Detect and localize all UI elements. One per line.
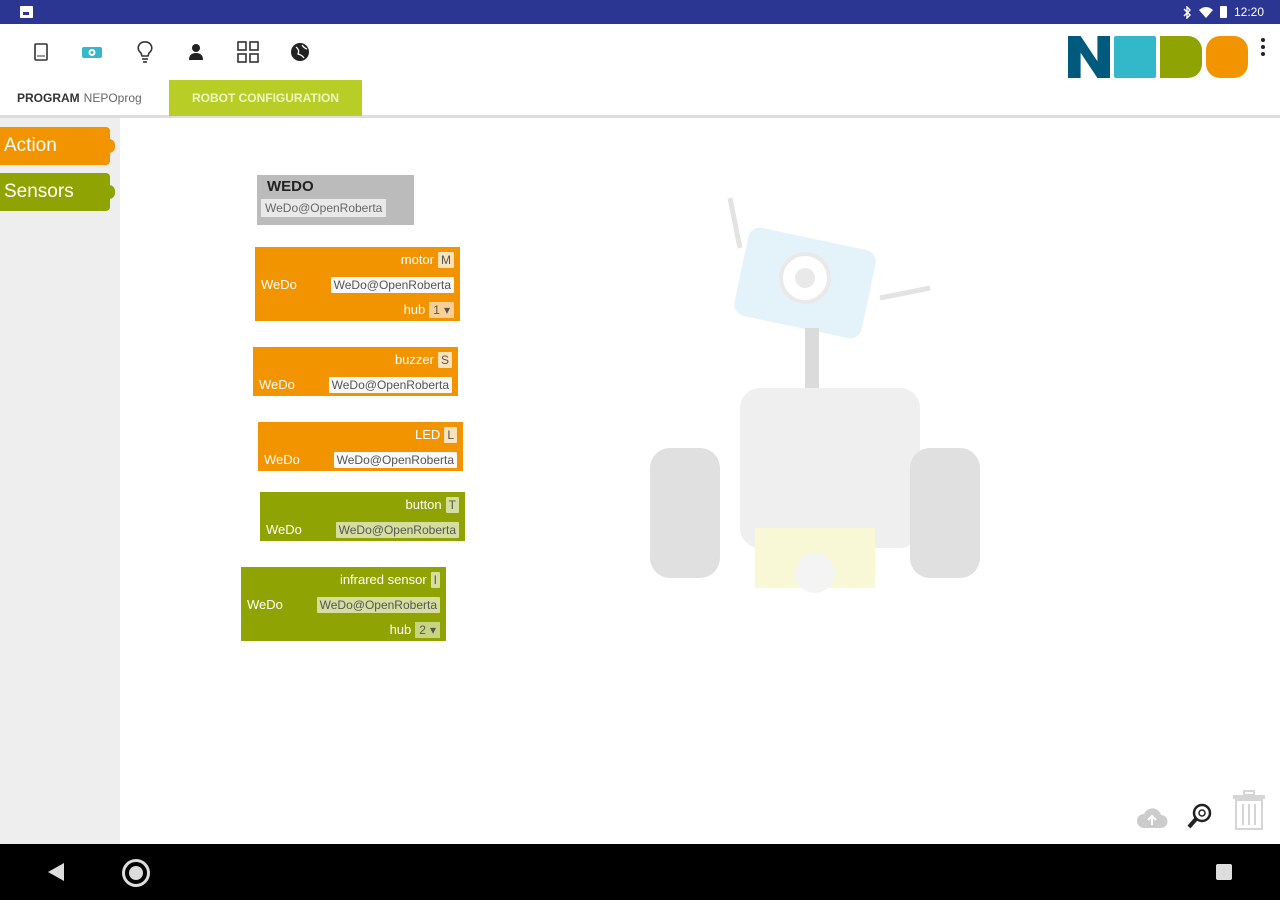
wedo-block-title: WEDO <box>267 178 314 195</box>
infrared-hub-value: 2 <box>419 622 426 637</box>
infrared-sensor-config-block[interactable]: infrared sensor I WeDo WeDo@OpenRoberta … <box>241 567 446 641</box>
wifi-icon <box>1198 6 1213 18</box>
wedo-block-name-field[interactable]: WeDo@OpenRoberta <box>261 199 387 217</box>
motor-hub-dropdown[interactable]: 1 ▾ <box>429 301 454 318</box>
buzzer-device-label: WeDo <box>259 377 295 392</box>
tablet-icon[interactable] <box>29 40 53 64</box>
blockly-toolbox: Action Sensors <box>0 118 120 844</box>
infrared-device-label: WeDo <box>247 597 283 612</box>
tab-bar: PROGRAM NEPOprog ROBOT CONFIGURATION <box>0 80 1280 118</box>
button-device-label: WeDo <box>266 522 302 537</box>
infrared-port-field[interactable]: I <box>430 571 440 588</box>
dropdown-arrow-icon: ▾ <box>443 302 450 317</box>
motor-block-label: motor <box>400 252 434 267</box>
robot-icon[interactable] <box>80 40 104 64</box>
wedo-robot-block[interactable]: WEDO WeDo@OpenRoberta <box>257 175 414 225</box>
led-device-label: WeDo <box>264 452 300 467</box>
dropdown-arrow-icon: ▾ <box>429 622 436 637</box>
recent-apps-icon[interactable] <box>1216 864 1232 880</box>
apps-grid-icon[interactable] <box>236 40 260 64</box>
toolbox-category-sensors[interactable]: Sensors <box>0 173 115 211</box>
nepo-logo <box>1068 36 1248 80</box>
led-port-field[interactable]: L <box>444 426 457 443</box>
user-icon[interactable] <box>184 40 208 64</box>
motor-device-label: WeDo <box>261 277 297 292</box>
back-icon[interactable] <box>48 863 64 881</box>
infrared-hub-dropdown[interactable]: 2 ▾ <box>415 621 440 638</box>
button-device-name-field[interactable]: WeDo@OpenRoberta <box>335 521 459 538</box>
button-config-block[interactable]: button T WeDo WeDo@OpenRoberta <box>260 492 465 541</box>
zoom-reset-icon[interactable] <box>1186 802 1214 830</box>
led-config-block[interactable]: LED L WeDo WeDo@OpenRoberta <box>258 422 463 471</box>
button-port-field[interactable]: T <box>445 496 459 513</box>
motor-device-name-field[interactable]: WeDo@OpenRoberta <box>330 276 454 293</box>
robot-watermark-image <box>650 197 980 593</box>
infrared-hub-label: hub <box>389 622 412 637</box>
led-block-label: LED <box>415 427 441 442</box>
infrared-device-name-field[interactable]: WeDo@OpenRoberta <box>316 596 440 613</box>
status-icons: 12:20 <box>1183 0 1264 24</box>
tab-program[interactable]: PROGRAM NEPOprog <box>0 80 168 116</box>
toolbox-category-action[interactable]: Action <box>0 127 115 165</box>
infrared-block-label: infrared sensor <box>339 572 427 587</box>
lightbulb-icon[interactable] <box>133 40 157 64</box>
overflow-menu-icon[interactable] <box>1258 38 1268 58</box>
motor-hub-value: 1 <box>433 302 440 317</box>
home-icon[interactable] <box>122 859 150 887</box>
buzzer-device-name-field[interactable]: WeDo@OpenRoberta <box>328 376 452 393</box>
status-bar: 12:20 <box>0 0 1280 24</box>
cloud-upload-icon[interactable] <box>1136 806 1168 830</box>
motor-port-field[interactable]: M <box>438 251 454 268</box>
workspace-controls <box>1136 790 1266 830</box>
buzzer-block-label: buzzer <box>394 352 434 367</box>
blockly-workspace[interactable]: WEDO WeDo@OpenRoberta motor M WeDo WeDo@… <box>120 118 1280 844</box>
bluetooth-icon <box>1183 5 1191 19</box>
system-nav-bar <box>0 844 1280 900</box>
trash-icon[interactable] <box>1232 790 1266 830</box>
gallery-icon <box>20 6 33 18</box>
tab-robot-configuration[interactable]: ROBOT CONFIGURATION <box>169 80 362 116</box>
button-block-label: button <box>405 497 442 512</box>
buzzer-config-block[interactable]: buzzer S WeDo WeDo@OpenRoberta <box>253 347 458 396</box>
motor-config-block[interactable]: motor M WeDo WeDo@OpenRoberta hub 1 ▾ <box>255 247 460 321</box>
motor-hub-label: hub <box>403 302 426 317</box>
battery-icon <box>1219 6 1227 18</box>
tab-program-label: PROGRAM <box>17 91 80 105</box>
status-time: 12:20 <box>1233 5 1264 19</box>
buzzer-port-field[interactable]: S <box>437 351 452 368</box>
led-device-name-field[interactable]: WeDo@OpenRoberta <box>333 451 457 468</box>
program-name: NEPOprog <box>83 91 142 105</box>
app-toolbar <box>0 24 1280 80</box>
globe-icon[interactable] <box>288 40 312 64</box>
